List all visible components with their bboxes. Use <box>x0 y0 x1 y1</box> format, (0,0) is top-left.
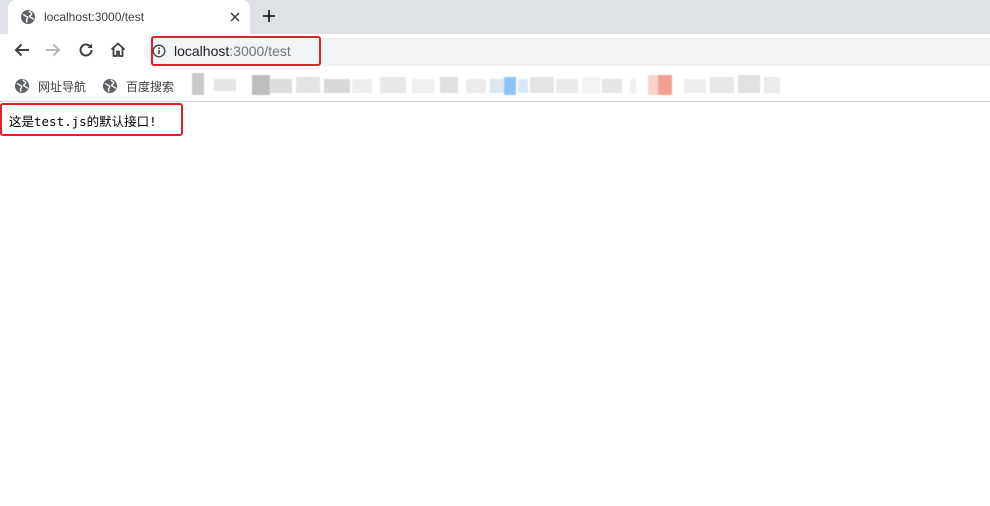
globe-icon <box>102 78 118 94</box>
tab-strip: localhost:3000/test <box>0 0 990 34</box>
bookmark-item[interactable]: 百度搜索 <box>102 77 174 95</box>
tab-title: localhost:3000/test <box>44 10 145 24</box>
close-icon[interactable] <box>227 9 243 25</box>
bookmark-label: 网址导航 <box>38 79 87 94</box>
globe-icon <box>14 78 30 94</box>
new-tab-button[interactable] <box>258 7 280 29</box>
arrow-right-icon <box>44 41 62 64</box>
bookmarks-bar: 网址导航 百度搜索 <box>0 69 990 102</box>
text-highlight-box <box>0 103 183 136</box>
reload-icon <box>77 41 95 64</box>
reload-button[interactable] <box>74 40 98 64</box>
forward-button[interactable] <box>41 40 65 64</box>
url-highlight-box <box>151 36 321 66</box>
tab-active[interactable]: localhost:3000/test <box>8 0 250 34</box>
redacted-bookmarks <box>190 73 790 95</box>
arrow-left-icon <box>13 41 31 64</box>
home-button[interactable] <box>106 40 130 64</box>
back-button[interactable] <box>10 40 34 64</box>
bookmark-label: 百度搜索 <box>126 79 175 94</box>
bookmark-item[interactable]: 网址导航 <box>14 77 86 95</box>
globe-icon <box>20 9 36 25</box>
plus-icon <box>262 9 276 28</box>
page-content: 这是test.js的默认接口! <box>0 103 990 506</box>
home-icon <box>109 41 127 64</box>
